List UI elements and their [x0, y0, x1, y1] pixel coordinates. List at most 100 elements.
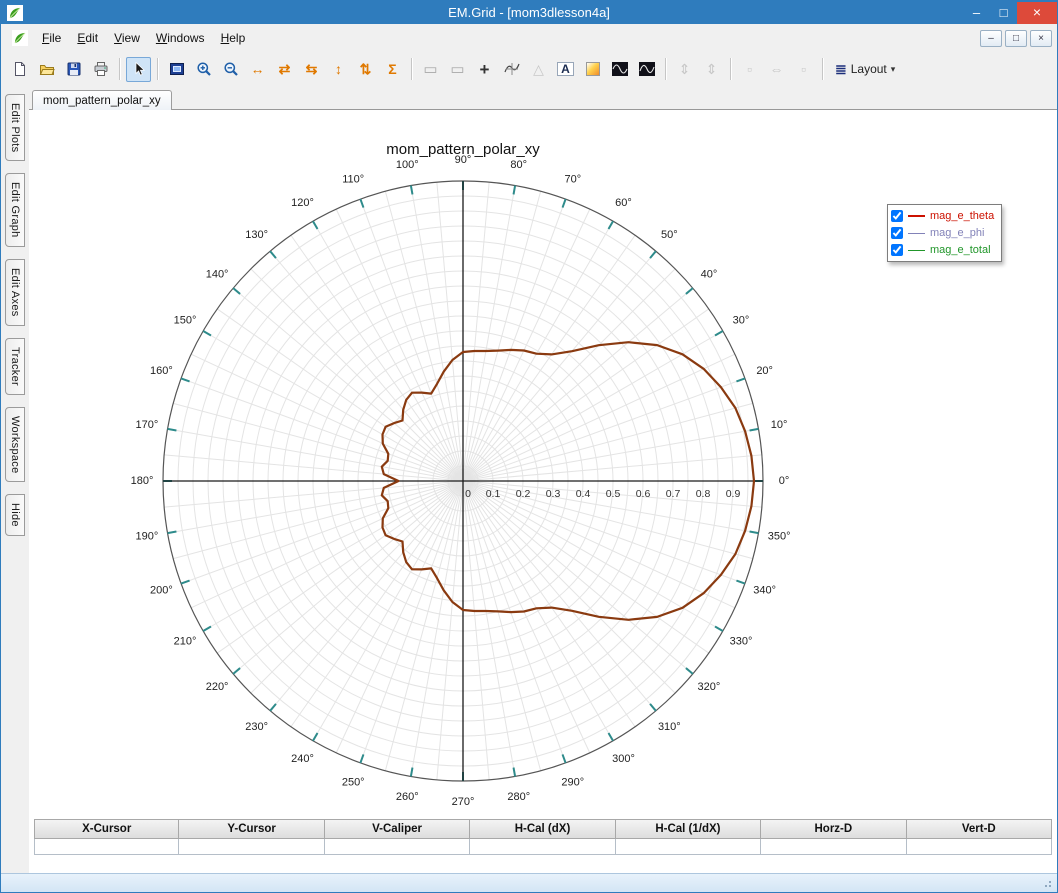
sidebar-tab-edit-graph[interactable]: Edit Graph — [5, 173, 25, 248]
radial-tick-label: 0.6 — [636, 488, 651, 500]
tracker-button[interactable] — [499, 57, 524, 82]
select-rect-button[interactable]: ▭ — [418, 57, 443, 82]
legend-item-mag-e-theta: mag_e_theta — [891, 208, 994, 224]
layout-label: Layout — [850, 62, 887, 76]
legend-line-sample — [908, 249, 925, 251]
menu-item-file[interactable]: File — [34, 27, 69, 49]
readout-value-v-caliper — [324, 839, 471, 855]
save-button[interactable] — [61, 57, 86, 82]
angle-tick-label: 110° — [342, 173, 364, 185]
radial-tick-label: 0.2 — [516, 488, 531, 500]
app-icon — [7, 4, 23, 21]
menu-items: File Edit View Windows Help — [34, 29, 253, 47]
readout-header-v-caliper: V-Caliper — [324, 819, 471, 839]
maximize-button[interactable]: □ — [990, 2, 1017, 24]
readout-header-vert-d: Vert-D — [906, 819, 1052, 839]
menu-item-windows[interactable]: Windows — [148, 27, 213, 49]
crosshair-button[interactable]: + — [472, 57, 497, 82]
radial-tick-label: 0.7 — [666, 488, 681, 500]
resize-grip[interactable] — [1043, 879, 1051, 887]
legend-checkbox-mag-e-phi[interactable] — [891, 227, 903, 239]
scroll-y-button[interactable]: ⇅ — [353, 57, 378, 82]
plot-area: 0 0.1 0.2 0.3 0.4 0.5 0.6 0.7 0.8 0.9 0° 10° 20° 30° 4… — [29, 109, 1057, 873]
menu-item-help[interactable]: Help — [213, 27, 254, 49]
close-button[interactable]: × — [1017, 1, 1057, 24]
new-button[interactable] — [7, 57, 32, 82]
pointer-button[interactable] — [126, 56, 151, 82]
legend-checkbox-mag-e-total[interactable] — [891, 244, 903, 256]
angle-tick-label: 350° — [768, 531, 791, 543]
zoom-in-button[interactable] — [191, 57, 216, 82]
angle-tick-label: 230° — [245, 721, 268, 733]
sidebar-tab-tracker[interactable]: Tracker — [5, 337, 25, 395]
graph-dark-2-button[interactable] — [634, 57, 659, 82]
readout-value-y-cursor — [179, 839, 325, 855]
sidebar-tab-edit-plots[interactable]: Edit Plots — [5, 94, 25, 162]
angle-tick-label: 210° — [174, 635, 197, 647]
menu-bar: File Edit View Windows Help – □ × — [1, 24, 1057, 52]
mdi-close-button[interactable]: × — [1030, 29, 1052, 47]
document-icon — [12, 30, 28, 46]
angle-tick-label: 20° — [756, 365, 773, 377]
sidebar-tab-hide[interactable]: Hide — [5, 494, 25, 536]
window-controls: – □ × — [963, 1, 1057, 24]
readout-header-y-cursor: Y-Cursor — [179, 819, 325, 839]
fit-width-button[interactable]: ⇔ — [764, 57, 789, 82]
readout-header-h-cal-1-dx: H-Cal (1/dX) — [615, 819, 762, 839]
fit-height-button[interactable]: ⇕ — [672, 57, 697, 82]
scroll-x-button[interactable]: ⇄ — [272, 57, 297, 82]
angle-tick-label: 340° — [753, 585, 776, 597]
toolbar-separator — [822, 58, 823, 80]
grid-left-button[interactable]: ▫ — [737, 57, 762, 82]
expand-x-button[interactable]: ↔ — [245, 57, 270, 82]
legend-line-sample — [908, 232, 925, 234]
graph-dark-1-button[interactable] — [607, 57, 632, 82]
readout-value-h-cal-1-dx — [615, 839, 762, 855]
expand-y-button[interactable]: ↕ — [326, 57, 351, 82]
angle-tick-label: 170° — [135, 419, 158, 431]
cursor-readout-table: X-Cursor Y-Cursor V-Caliper H-Cal (dX) H-Cal… — [34, 819, 1052, 855]
radial-tick-label: 0.5 — [606, 488, 621, 500]
mdi-minimize-button[interactable]: – — [980, 29, 1002, 47]
fit-height-alt-button[interactable]: ⇕ — [699, 57, 724, 82]
page-color-button[interactable] — [580, 57, 605, 82]
angle-tick-label: 130° — [245, 229, 268, 241]
chevron-down-icon: ▾ — [890, 63, 896, 74]
content-area: mom_pattern_polar_xy 0 0.1 0.2 0.3 0.4 0.5 0.6… — [29, 86, 1057, 873]
angle-tick-label: 280° — [507, 791, 530, 803]
menu-item-edit[interactable]: Edit — [69, 27, 106, 49]
text-annotation-button[interactable]: A — [553, 57, 578, 82]
legend-item-mag-e-total: mag_e_total — [891, 242, 994, 258]
toolbar-separator — [157, 58, 158, 80]
angle-tick-label: 250° — [342, 777, 365, 789]
readout-value-horz-d — [761, 839, 907, 855]
grid-right-button[interactable]: ▫ — [791, 57, 816, 82]
angle-tick-label: 190° — [135, 531, 158, 543]
zoom-window-button[interactable] — [164, 57, 189, 82]
compress-x-button[interactable]: ⇆ — [299, 57, 324, 82]
triangle-annotation-button[interactable]: △ — [526, 57, 551, 82]
autoscale-button[interactable]: Σ — [380, 57, 405, 82]
zoom-rect-button[interactable]: ▭ — [445, 57, 470, 82]
sidebar: Edit Plots Edit Graph Edit Axes Tracker Work… — [1, 86, 29, 873]
legend-checkbox-mag-e-theta[interactable] — [891, 210, 903, 222]
legend-label: mag_e_theta — [930, 210, 995, 222]
app-window: EM.Grid - [mom3dlesson4a] – □ × File Edit… — [0, 0, 1058, 893]
print-button[interactable] — [88, 57, 113, 82]
angle-tick-label: 320° — [698, 681, 721, 693]
toolbar-separator — [411, 58, 412, 80]
angle-tick-label: 10° — [771, 419, 788, 431]
angle-tick-label: 290° — [561, 777, 584, 789]
title-bar[interactable]: EM.Grid - [mom3dlesson4a] – □ × — [1, 1, 1057, 24]
layout-icon: ≣ — [835, 61, 847, 77]
layout-dropdown[interactable]: ≣ Layout ▾ — [828, 57, 902, 82]
minimize-button[interactable]: – — [963, 2, 990, 24]
legend: mag_e_theta mag_e_phi mag_e_total — [887, 204, 1003, 262]
mdi-restore-button[interactable]: □ — [1005, 29, 1027, 47]
open-button[interactable] — [34, 57, 59, 82]
tab-mom-pattern-polar-xy[interactable]: mom_pattern_polar_xy — [32, 90, 172, 110]
sidebar-tab-workspace[interactable]: Workspace — [5, 406, 25, 483]
sidebar-tab-edit-axes[interactable]: Edit Axes — [5, 259, 25, 326]
zoom-out-button[interactable] — [218, 57, 243, 82]
menu-item-view[interactable]: View — [106, 27, 148, 49]
